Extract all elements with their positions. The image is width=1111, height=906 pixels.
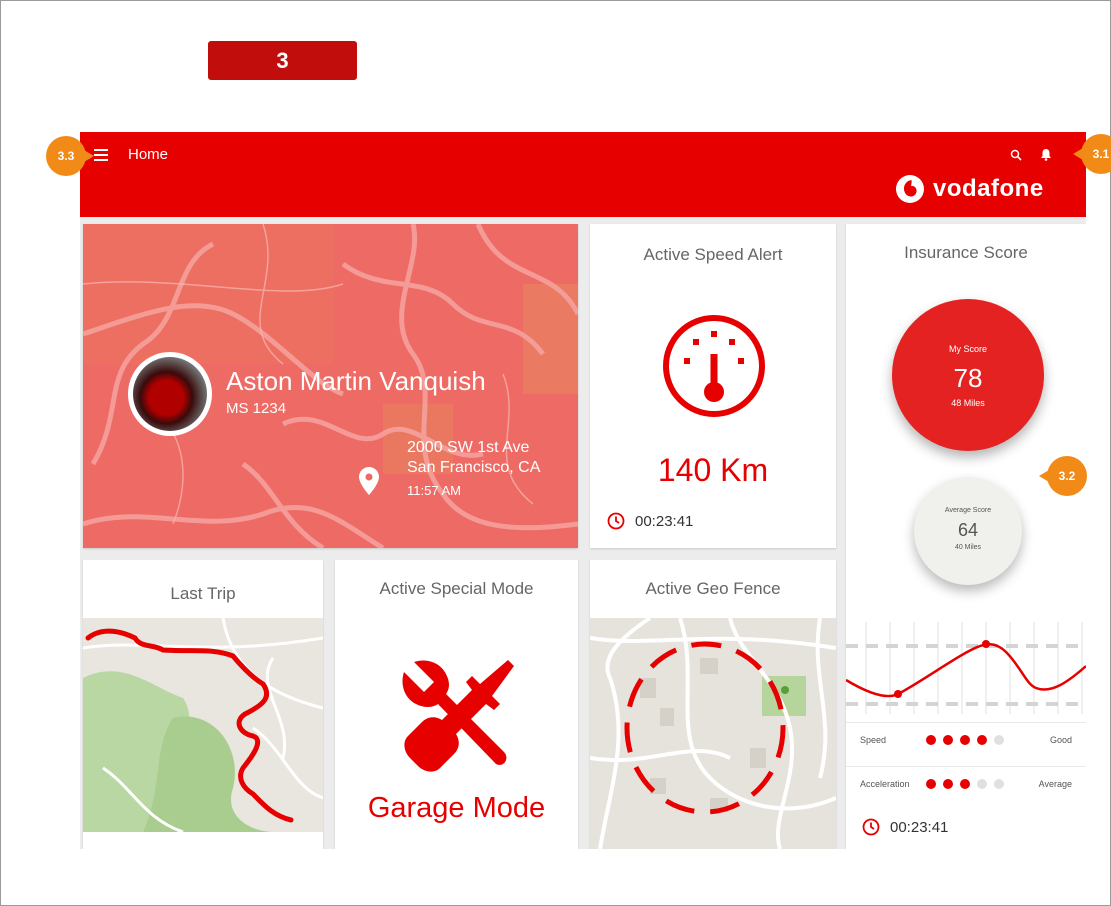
tools-icon <box>402 660 514 772</box>
card-title: Active Geo Fence <box>645 579 781 598</box>
average-score-value: 64 <box>957 520 979 540</box>
average-score-label: Average Score <box>944 507 992 514</box>
special-mode-card[interactable]: Active Special Mode Garage Mode <box>335 560 578 849</box>
insurance-score-card[interactable]: Insurance Score My Score 78 48 Miles Ave… <box>846 224 1086 849</box>
search-icon[interactable] <box>1010 149 1022 161</box>
my-score-value: 78 <box>953 363 983 393</box>
metric-label: Speed <box>860 734 887 745</box>
score-trend-chart <box>846 622 1086 714</box>
card-title: Active Special Mode <box>379 579 534 598</box>
callout-3-3: 3.3 <box>46 136 94 176</box>
rating-dots <box>926 734 1011 745</box>
vehicle-name: Aston Martin Vanquish <box>226 366 486 396</box>
brand-name: vodafone <box>933 175 1044 202</box>
callout-3-2: 3.2 <box>1039 456 1087 496</box>
timer-value: 00:23:41 <box>635 512 694 530</box>
speedometer-icon <box>663 315 765 417</box>
app-screen: Home vodafone Aston Martin Vanquish MS 1… <box>80 132 1086 849</box>
my-score-miles: 48 Miles <box>951 398 985 408</box>
card-title: Insurance Score <box>904 243 1028 262</box>
metric-label: Acceleration <box>860 778 910 789</box>
vehicle-plate: MS 1234 <box>226 400 287 417</box>
clock-icon <box>607 512 625 530</box>
metric-row-acceleration: Acceleration Average <box>846 766 1086 800</box>
geo-fence-map <box>590 618 836 849</box>
step-badge: 3 <box>208 41 357 80</box>
my-score-label: My Score <box>948 344 987 354</box>
page-title: Home <box>128 146 169 163</box>
timer-value: 00:23:41 <box>890 818 949 836</box>
vehicle-avatar <box>128 352 212 436</box>
menu-icon[interactable] <box>94 149 108 161</box>
bell-icon[interactable] <box>1040 148 1052 161</box>
metric-rating: Average <box>1038 778 1072 789</box>
insurance-timer: 00:23:41 <box>862 818 948 836</box>
speed-alert-card[interactable]: Active Speed Alert 140 Km 00:23:41 <box>590 224 836 548</box>
clock-icon <box>862 818 880 836</box>
card-title: Active Speed Alert <box>643 245 783 264</box>
trip-route-map <box>83 618 323 832</box>
address-line-2: San Francisco, CA <box>407 459 541 476</box>
metric-rating: Good <box>1049 734 1072 745</box>
location-time: 11:57 AM <box>407 483 461 498</box>
geo-fence-card[interactable]: Active Geo Fence <box>590 560 836 849</box>
speed-alert-value: 140 Km <box>657 452 769 488</box>
address-line-1: 2000 SW 1st Ave <box>407 439 530 456</box>
vodafone-logo-icon <box>896 175 924 203</box>
brand-logo: vodafone <box>895 174 1044 204</box>
special-mode-name: Garage Mode <box>367 792 546 824</box>
rating-dots <box>926 778 1011 789</box>
average-score-circle[interactable]: Average Score 64 40 Miles <box>914 477 1022 585</box>
my-score-circle[interactable]: My Score 78 48 Miles <box>892 299 1044 451</box>
speed-alert-timer: 00:23:41 <box>607 512 693 530</box>
vehicle-location-card[interactable]: Aston Martin Vanquish MS 1234 2000 SW 1s… <box>83 224 578 548</box>
last-trip-card[interactable]: Last Trip <box>83 560 323 849</box>
app-bar: Home vodafone <box>80 132 1086 217</box>
average-score-miles: 40 Miles <box>954 544 982 551</box>
location-pin-icon <box>359 467 379 495</box>
card-title: Last Trip <box>170 584 236 603</box>
metric-row-speed: Speed Good <box>846 722 1086 756</box>
